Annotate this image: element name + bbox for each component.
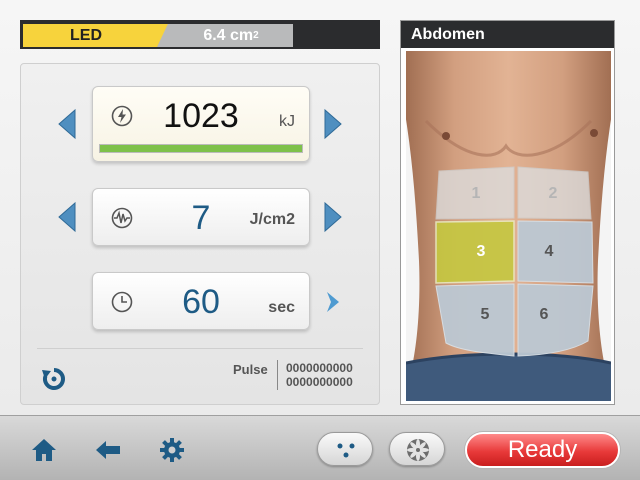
pulse-label: Pulse — [233, 362, 268, 377]
waveform-icon — [111, 207, 133, 229]
treatment-area: 6.4 cm 2 — [157, 24, 293, 47]
home-icon[interactable] — [30, 436, 58, 464]
pulse-separator — [277, 360, 278, 390]
svg-text:1: 1 — [472, 185, 481, 202]
time-increase-button[interactable] — [323, 286, 343, 318]
handpiece-dots-button[interactable] — [317, 432, 373, 466]
fluence-increase-button[interactable] — [323, 201, 343, 233]
time-unit: sec — [268, 299, 295, 316]
pulse-counter: 0000000000 0000000000 — [286, 361, 353, 389]
lightning-icon — [111, 105, 133, 127]
zone-1[interactable]: 1 — [435, 166, 515, 220]
svg-text:2: 2 — [549, 185, 558, 202]
svg-text:4: 4 — [545, 243, 554, 260]
dots-icon — [337, 443, 355, 458]
fluence-value: 7 — [191, 199, 211, 237]
bottom-toolbar: Ready — [0, 415, 640, 480]
body-area-title: Abdomen — [401, 21, 614, 48]
time-value: 60 — [182, 283, 220, 321]
pulse-counter-line2: 0000000000 — [286, 375, 353, 389]
svg-text:6: 6 — [540, 306, 549, 323]
pulse-counter-line1: 0000000000 — [286, 361, 353, 375]
fluence-decrease-button[interactable] — [57, 201, 77, 233]
gear-icon[interactable] — [158, 436, 186, 464]
zone-4[interactable]: 4 — [517, 220, 594, 284]
fluence-unit: J/cm2 — [249, 211, 295, 228]
mode-label: LED — [23, 24, 169, 47]
cooling-fan-button[interactable] — [389, 432, 445, 466]
body-map-panel: Abdomen 1 2 3 4 5 6 — [400, 20, 615, 405]
zone-3[interactable]: 3 — [435, 220, 515, 284]
parameter-panel: 1023 kJ 7 J/cm2 60 sec Pulse 0000000000 … — [20, 63, 380, 405]
energy-card[interactable]: 1023 kJ — [92, 86, 310, 162]
panel-divider — [37, 348, 363, 349]
energy-value: 1023 — [163, 97, 239, 135]
energy-increase-button[interactable] — [323, 108, 343, 140]
reset-icon[interactable] — [41, 366, 67, 392]
fan-icon — [407, 439, 429, 461]
header-bar: LED 6.4 cm 2 — [20, 20, 380, 49]
svg-text:5: 5 — [481, 306, 490, 323]
ready-button[interactable]: Ready — [465, 432, 620, 468]
svg-text:3: 3 — [477, 243, 486, 260]
energy-progress-fill — [100, 145, 302, 152]
fluence-card[interactable]: 7 J/cm2 — [92, 188, 310, 246]
time-card[interactable]: 60 sec — [92, 272, 310, 330]
clock-icon — [111, 291, 133, 313]
zone-2[interactable]: 2 — [517, 166, 592, 220]
energy-progress-bar — [99, 144, 303, 153]
energy-decrease-button[interactable] — [57, 108, 77, 140]
back-arrow-icon[interactable] — [94, 436, 122, 464]
energy-unit: kJ — [279, 113, 295, 130]
abdomen-illustration: 1 2 3 4 5 6 — [406, 51, 611, 401]
